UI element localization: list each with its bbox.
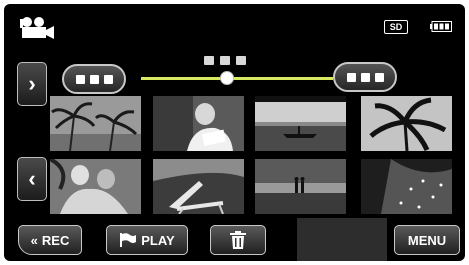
timeline-slider-knob[interactable] xyxy=(220,71,235,85)
thumbnail-reading-woman[interactable] xyxy=(153,96,244,151)
double-chevron-left-icon: « xyxy=(30,232,38,248)
delete-button[interactable] xyxy=(210,225,266,255)
menu-button[interactable]: MENU xyxy=(394,225,460,255)
playback-screen: SD › ‹ « REC PLAY MENU xyxy=(4,4,465,261)
thumbnail-palm-trees[interactable] xyxy=(50,96,141,151)
timeline-slider-track[interactable] xyxy=(141,77,333,80)
dot-marker xyxy=(346,72,356,82)
page-position-marks xyxy=(204,56,246,65)
position-mark xyxy=(220,56,230,65)
timeline-start-pill[interactable] xyxy=(62,64,126,94)
dot-marker xyxy=(75,74,85,84)
dot-marker xyxy=(89,74,99,84)
position-mark xyxy=(204,56,214,65)
thumbnail-palm-silhouette[interactable] xyxy=(361,96,452,151)
dot-marker xyxy=(103,74,113,84)
position-mark xyxy=(236,56,246,65)
rec-label: REC xyxy=(41,232,70,248)
dot-marker xyxy=(374,72,384,82)
previous-page-button[interactable]: ‹ xyxy=(17,157,47,201)
dot-marker xyxy=(360,72,370,82)
thumbnail-couple-on-beach[interactable] xyxy=(255,159,346,214)
sd-card-badge: SD xyxy=(384,20,408,34)
flag-icon xyxy=(120,233,137,247)
video-camera-icon xyxy=(20,17,54,39)
thumbnail-beach-chair[interactable] xyxy=(153,159,244,214)
next-page-button[interactable]: › xyxy=(17,62,47,106)
rec-mode-button[interactable]: « REC xyxy=(18,225,82,255)
empty-button-slot xyxy=(297,218,387,261)
thumbnail-sparkling-water[interactable] xyxy=(361,159,452,214)
play-label: PLAY xyxy=(141,232,175,248)
trash-icon xyxy=(230,231,246,249)
play-button[interactable]: PLAY xyxy=(106,225,188,255)
thumbnail-boat-at-dusk[interactable] xyxy=(255,96,346,151)
battery-icon xyxy=(430,21,452,32)
timeline-end-pill[interactable] xyxy=(333,62,397,92)
thumbnail-couple-embracing[interactable] xyxy=(50,159,141,214)
